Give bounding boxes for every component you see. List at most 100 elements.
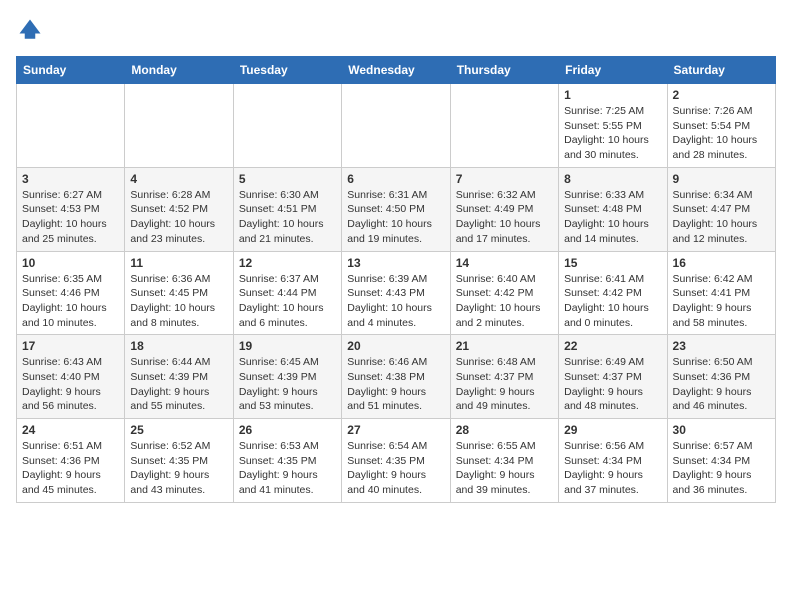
- day-header-wednesday: Wednesday: [342, 57, 450, 84]
- calendar-cell: 29 Sunrise: 6:56 AMSunset: 4:34 PMDayligh…: [559, 419, 667, 503]
- calendar-cell: 20 Sunrise: 6:46 AMSunset: 4:38 PMDayligh…: [342, 335, 450, 419]
- calendar-cell: [125, 84, 233, 168]
- calendar-cell: 7Sunrise: 6:32 AMSunset: 4:49 PMDaylight…: [450, 167, 558, 251]
- day-info: Sunrise: 6:31 AMSunset: 4:50 PMDaylight:…: [347, 188, 444, 247]
- day-info: Sunrise: 6:46 AMSunset: 4:38 PMDaylight:…: [347, 355, 444, 414]
- calendar-cell: 16 Sunrise: 6:42 AMSunset: 4:41 PMDayligh…: [667, 251, 775, 335]
- day-number: 20: [347, 339, 444, 353]
- week-row-2: 3Sunrise: 6:27 AMSunset: 4:53 PMDaylight…: [17, 167, 776, 251]
- day-number: 14: [456, 256, 553, 270]
- day-info: Sunrise: 6:32 AMSunset: 4:49 PMDaylight:…: [456, 188, 553, 247]
- calendar-cell: 15 Sunrise: 6:41 AMSunset: 4:42 PMDayligh…: [559, 251, 667, 335]
- day-header-friday: Friday: [559, 57, 667, 84]
- day-info: Sunrise: 6:30 AMSunset: 4:51 PMDaylight:…: [239, 188, 336, 247]
- calendar-body: 1 Sunrise: 7:25 AMSunset: 5:55 PMDaylight…: [17, 84, 776, 503]
- day-number: 30: [673, 423, 770, 437]
- calendar-cell: 3Sunrise: 6:27 AMSunset: 4:53 PMDaylight…: [17, 167, 125, 251]
- calendar-cell: [17, 84, 125, 168]
- week-row-1: 1 Sunrise: 7:25 AMSunset: 5:55 PMDaylight…: [17, 84, 776, 168]
- day-info: Sunrise: 6:52 AMSunset: 4:35 PMDaylight:…: [130, 439, 227, 498]
- week-row-5: 24 Sunrise: 6:51 AMSunset: 4:36 PMDayligh…: [17, 419, 776, 503]
- day-number: 25: [130, 423, 227, 437]
- calendar-cell: 14 Sunrise: 6:40 AMSunset: 4:42 PMDayligh…: [450, 251, 558, 335]
- calendar-cell: 28 Sunrise: 6:55 AMSunset: 4:34 PMDayligh…: [450, 419, 558, 503]
- day-info: Sunrise: 6:56 AMSunset: 4:34 PMDaylight:…: [564, 439, 661, 498]
- calendar-cell: 4 Sunrise: 6:28 AMSunset: 4:52 PMDaylight…: [125, 167, 233, 251]
- day-number: 21: [456, 339, 553, 353]
- day-number: 8: [564, 172, 661, 186]
- day-info: Sunrise: 6:51 AMSunset: 4:36 PMDaylight:…: [22, 439, 119, 498]
- day-info: Sunrise: 6:45 AMSunset: 4:39 PMDaylight:…: [239, 355, 336, 414]
- calendar-cell: 19 Sunrise: 6:45 AMSunset: 4:39 PMDayligh…: [233, 335, 341, 419]
- day-number: 28: [456, 423, 553, 437]
- day-number: 12: [239, 256, 336, 270]
- day-header-monday: Monday: [125, 57, 233, 84]
- logo-icon: [16, 16, 44, 44]
- calendar-cell: 25 Sunrise: 6:52 AMSunset: 4:35 PMDayligh…: [125, 419, 233, 503]
- day-info: Sunrise: 6:34 AMSunset: 4:47 PMDaylight:…: [673, 188, 770, 247]
- day-info: Sunrise: 6:50 AMSunset: 4:36 PMDaylight:…: [673, 355, 770, 414]
- calendar-cell: 18 Sunrise: 6:44 AMSunset: 4:39 PMDayligh…: [125, 335, 233, 419]
- day-info: Sunrise: 6:49 AMSunset: 4:37 PMDaylight:…: [564, 355, 661, 414]
- day-number: 9: [673, 172, 770, 186]
- day-info: Sunrise: 6:44 AMSunset: 4:39 PMDaylight:…: [130, 355, 227, 414]
- day-info: Sunrise: 6:42 AMSunset: 4:41 PMDaylight:…: [673, 272, 770, 331]
- day-number: 2: [673, 88, 770, 102]
- day-info: Sunrise: 6:53 AMSunset: 4:35 PMDaylight:…: [239, 439, 336, 498]
- calendar-cell: [233, 84, 341, 168]
- calendar-cell: 5 Sunrise: 6:30 AMSunset: 4:51 PMDaylight…: [233, 167, 341, 251]
- calendar-cell: 6 Sunrise: 6:31 AMSunset: 4:50 PMDaylight…: [342, 167, 450, 251]
- calendar-cell: 12 Sunrise: 6:37 AMSunset: 4:44 PMDayligh…: [233, 251, 341, 335]
- calendar-cell: 23 Sunrise: 6:50 AMSunset: 4:36 PMDayligh…: [667, 335, 775, 419]
- day-info: Sunrise: 6:43 AMSunset: 4:40 PMDaylight:…: [22, 355, 119, 414]
- calendar-cell: [342, 84, 450, 168]
- calendar-cell: 9 Sunrise: 6:34 AMSunset: 4:47 PMDaylight…: [667, 167, 775, 251]
- day-header-tuesday: Tuesday: [233, 57, 341, 84]
- calendar-header: SundayMondayTuesdayWednesdayThursdayFrid…: [17, 57, 776, 84]
- day-number: 6: [347, 172, 444, 186]
- day-number: 29: [564, 423, 661, 437]
- calendar-cell: 21 Sunrise: 6:48 AMSunset: 4:37 PMDayligh…: [450, 335, 558, 419]
- calendar-cell: 27 Sunrise: 6:54 AMSunset: 4:35 PMDayligh…: [342, 419, 450, 503]
- day-info: Sunrise: 6:39 AMSunset: 4:43 PMDaylight:…: [347, 272, 444, 331]
- week-row-3: 10Sunrise: 6:35 AMSunset: 4:46 PMDayligh…: [17, 251, 776, 335]
- day-info: Sunrise: 6:27 AMSunset: 4:53 PMDaylight:…: [22, 188, 119, 247]
- day-info: Sunrise: 6:41 AMSunset: 4:42 PMDaylight:…: [564, 272, 661, 331]
- calendar-cell: 10Sunrise: 6:35 AMSunset: 4:46 PMDayligh…: [17, 251, 125, 335]
- day-number: 15: [564, 256, 661, 270]
- day-info: Sunrise: 7:25 AMSunset: 5:55 PMDaylight:…: [564, 104, 661, 163]
- day-info: Sunrise: 6:37 AMSunset: 4:44 PMDaylight:…: [239, 272, 336, 331]
- calendar-cell: 13 Sunrise: 6:39 AMSunset: 4:43 PMDayligh…: [342, 251, 450, 335]
- day-number: 4: [130, 172, 227, 186]
- week-row-4: 17 Sunrise: 6:43 AMSunset: 4:40 PMDayligh…: [17, 335, 776, 419]
- day-number: 5: [239, 172, 336, 186]
- logo: [16, 16, 48, 44]
- day-number: 13: [347, 256, 444, 270]
- day-info: Sunrise: 6:48 AMSunset: 4:37 PMDaylight:…: [456, 355, 553, 414]
- calendar-cell: 8 Sunrise: 6:33 AMSunset: 4:48 PMDaylight…: [559, 167, 667, 251]
- day-header-sunday: Sunday: [17, 57, 125, 84]
- day-number: 27: [347, 423, 444, 437]
- day-info: Sunrise: 6:55 AMSunset: 4:34 PMDaylight:…: [456, 439, 553, 498]
- day-number: 23: [673, 339, 770, 353]
- calendar-cell: 26Sunrise: 6:53 AMSunset: 4:35 PMDayligh…: [233, 419, 341, 503]
- day-number: 16: [673, 256, 770, 270]
- day-number: 19: [239, 339, 336, 353]
- day-header-thursday: Thursday: [450, 57, 558, 84]
- day-number: 24: [22, 423, 119, 437]
- day-number: 17: [22, 339, 119, 353]
- calendar-cell: 22Sunrise: 6:49 AMSunset: 4:37 PMDayligh…: [559, 335, 667, 419]
- day-info: Sunrise: 6:54 AMSunset: 4:35 PMDaylight:…: [347, 439, 444, 498]
- day-info: Sunrise: 6:40 AMSunset: 4:42 PMDaylight:…: [456, 272, 553, 331]
- calendar-cell: 24 Sunrise: 6:51 AMSunset: 4:36 PMDayligh…: [17, 419, 125, 503]
- day-number: 18: [130, 339, 227, 353]
- day-info: Sunrise: 6:33 AMSunset: 4:48 PMDaylight:…: [564, 188, 661, 247]
- calendar-cell: 17 Sunrise: 6:43 AMSunset: 4:40 PMDayligh…: [17, 335, 125, 419]
- day-info: Sunrise: 6:36 AMSunset: 4:45 PMDaylight:…: [130, 272, 227, 331]
- calendar-cell: 30 Sunrise: 6:57 AMSunset: 4:34 PMDayligh…: [667, 419, 775, 503]
- day-info: Sunrise: 6:28 AMSunset: 4:52 PMDaylight:…: [130, 188, 227, 247]
- calendar-cell: 11Sunrise: 6:36 AMSunset: 4:45 PMDayligh…: [125, 251, 233, 335]
- day-number: 1: [564, 88, 661, 102]
- page-header: [16, 16, 776, 44]
- day-info: Sunrise: 6:57 AMSunset: 4:34 PMDaylight:…: [673, 439, 770, 498]
